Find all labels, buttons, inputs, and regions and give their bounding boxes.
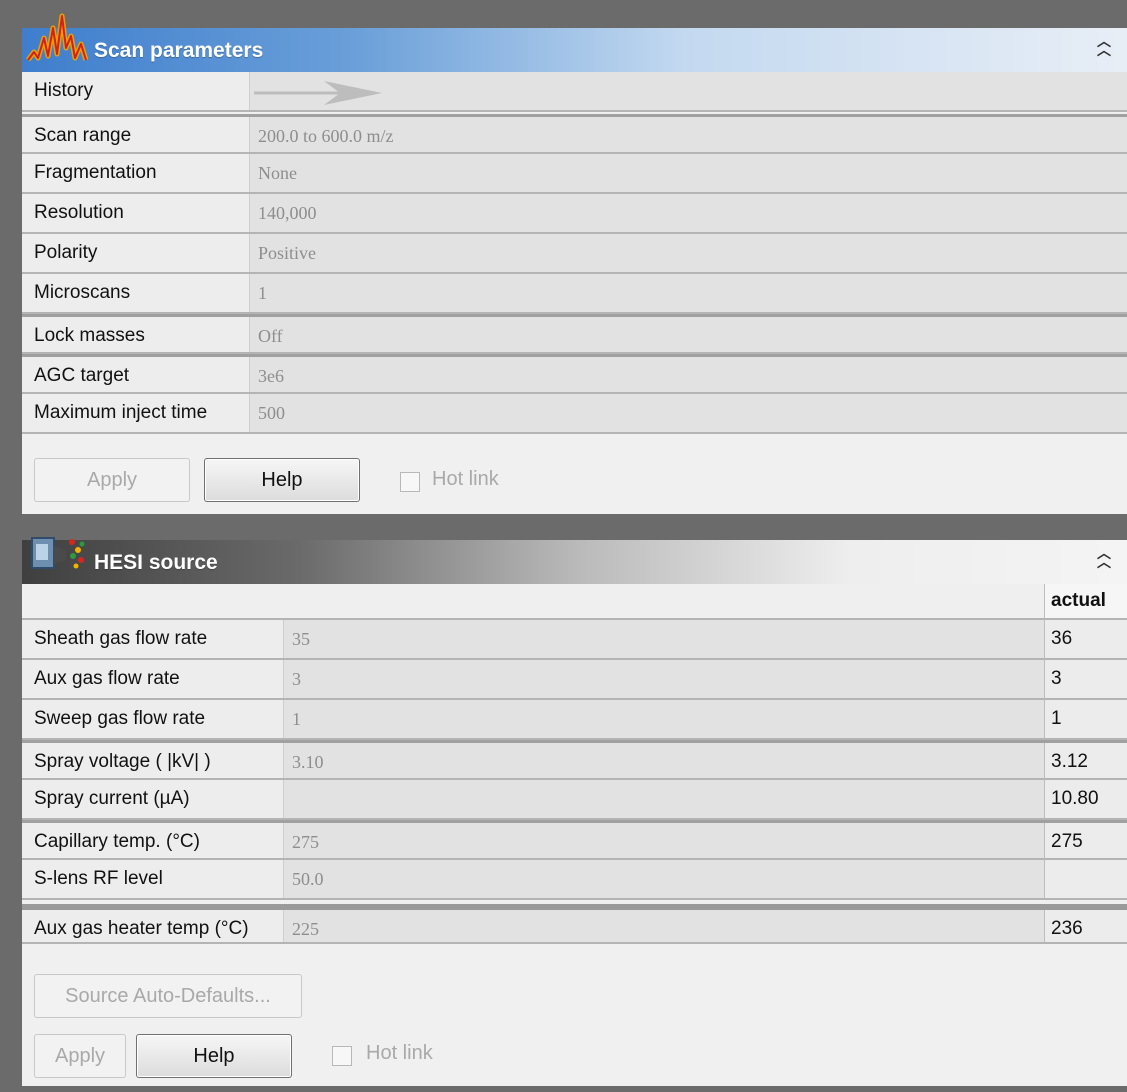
actual-column-header: actual (1044, 584, 1127, 618)
scan-param-value-field[interactable]: 500 (250, 394, 1127, 432)
help-button[interactable]: Help (136, 1034, 292, 1078)
history-arrow-field[interactable] (250, 72, 1127, 110)
hesi-param-row: Aux gas flow rate 3 3 (22, 660, 1127, 700)
scan-param-value-field[interactable]: 140,000 (250, 194, 1127, 232)
hesi-param-value-field[interactable]: 1 (284, 700, 1044, 738)
hesi-source-header[interactable]: HESI source ︿ ︿ (22, 537, 1127, 584)
history-label: History (22, 72, 250, 110)
panel-title: Scan parameters (94, 39, 264, 62)
scan-param-label: Polarity (22, 234, 250, 272)
hesi-param-row: Sweep gas flow rate 1 1 (22, 700, 1127, 740)
scan-param-row: Resolution 140,000 (22, 194, 1127, 234)
hesi-param-value-field[interactable]: 275 (284, 823, 1044, 858)
scan-param-value-field[interactable]: 3e6 (250, 357, 1127, 392)
hesi-param-row: Sheath gas flow rate 35 36 (22, 620, 1127, 660)
hesi-param-value-field[interactable]: 35 (284, 620, 1044, 658)
hesi-param-actual-value: 236 (1044, 910, 1127, 942)
scan-param-label: Resolution (22, 194, 250, 232)
scan-parameters-header[interactable]: Scan parameters ︿ ︿ (22, 13, 1127, 72)
apply-button[interactable]: Apply (34, 1034, 126, 1078)
apply-button[interactable]: Apply (34, 458, 190, 502)
hesi-param-row: Spray voltage ( |kV| ) 3.10 3.12 (22, 740, 1127, 780)
scan-param-row: Fragmentation None (22, 154, 1127, 194)
scan-param-row: Polarity Positive (22, 234, 1127, 274)
collapse-chevron-icon[interactable]: ︿ ︿ (1095, 34, 1113, 59)
hesi-column-header-row: actual (22, 584, 1127, 620)
hesi-param-row: S-lens RF level 50.0 (22, 860, 1127, 900)
hesi-param-actual-value (1044, 860, 1127, 898)
hesi-param-actual-value: 10.80 (1044, 780, 1127, 818)
hot-link-checkbox[interactable] (332, 1046, 352, 1066)
history-row: History (22, 72, 1127, 112)
collapse-chevron-icon[interactable]: ︿ ︿ (1095, 546, 1113, 571)
scan-param-value-field[interactable]: Positive (250, 234, 1127, 272)
hesi-param-label: Aux gas heater temp (°C) (22, 910, 284, 942)
hesi-param-row: Aux gas heater temp (°C) 225 236 (22, 904, 1127, 944)
scan-param-label: Microscans (22, 274, 250, 312)
scan-param-label: Scan range (22, 117, 250, 152)
hot-link-label: Hot link (432, 468, 499, 490)
history-arrow-icon (254, 81, 382, 105)
scan-param-value-field[interactable]: None (250, 154, 1127, 192)
hesi-source-icon (31, 537, 85, 569)
scan-param-label: AGC target (22, 357, 250, 392)
scan-param-row: Maximum inject time 500 (22, 394, 1127, 434)
hesi-param-label: Spray current (µA) (22, 780, 284, 818)
scan-param-value-field[interactable]: 1 (250, 274, 1127, 312)
hesi-param-value-field[interactable]: 50.0 (284, 860, 1044, 898)
hesi-param-value-field[interactable]: 3.10 (284, 743, 1044, 778)
hesi-param-label: Spray voltage ( |kV| ) (22, 743, 284, 778)
hesi-param-row: Capillary temp. (°C) 275 275 (22, 820, 1127, 860)
hesi-param-value-field[interactable]: 225 (284, 910, 1044, 942)
hesi-param-actual-value: 36 (1044, 620, 1127, 658)
spectrum-icon (26, 13, 88, 62)
scan-param-row: Microscans 1 (22, 274, 1127, 314)
source-auto-defaults-button[interactable]: Source Auto-Defaults... (34, 974, 302, 1018)
hot-link-label: Hot link (366, 1042, 433, 1064)
hesi-param-label: S-lens RF level (22, 860, 284, 898)
hesi-param-label: Capillary temp. (°C) (22, 823, 284, 858)
scan-param-row: Lock masses Off (22, 314, 1127, 354)
scan-param-label: Fragmentation (22, 154, 250, 192)
scan-param-value-field[interactable]: 200.0 to 600.0 m/z (250, 117, 1127, 152)
scan-parameters-panel: Scan parameters ︿ ︿ History Scan range 200… (22, 13, 1127, 514)
hesi-param-label: Sweep gas flow rate (22, 700, 284, 738)
hesi-param-value-field[interactable] (284, 780, 1044, 818)
hesi-param-row: Spray current (µA) 10.80 (22, 780, 1127, 820)
scan-param-row: AGC target 3e6 (22, 354, 1127, 394)
hesi-param-label: Aux gas flow rate (22, 660, 284, 698)
scan-param-label: Lock masses (22, 317, 250, 352)
scan-param-value-field[interactable]: Off (250, 317, 1127, 352)
hesi-param-actual-value: 3 (1044, 660, 1127, 698)
help-button[interactable]: Help (204, 458, 360, 502)
scan-param-row: Scan range 200.0 to 600.0 m/z (22, 114, 1127, 154)
hesi-param-label: Sheath gas flow rate (22, 620, 284, 658)
panel-title: HESI source (94, 551, 218, 574)
hesi-source-panel: HESI source ︿ ︿ actual Sheath gas flow ra… (22, 537, 1127, 1086)
hesi-param-actual-value: 275 (1044, 823, 1127, 858)
hesi-param-actual-value: 1 (1044, 700, 1127, 738)
hot-link-checkbox[interactable] (400, 472, 420, 492)
hesi-param-actual-value: 3.12 (1044, 743, 1127, 778)
scan-param-label: Maximum inject time (22, 394, 250, 432)
hesi-param-value-field[interactable]: 3 (284, 660, 1044, 698)
